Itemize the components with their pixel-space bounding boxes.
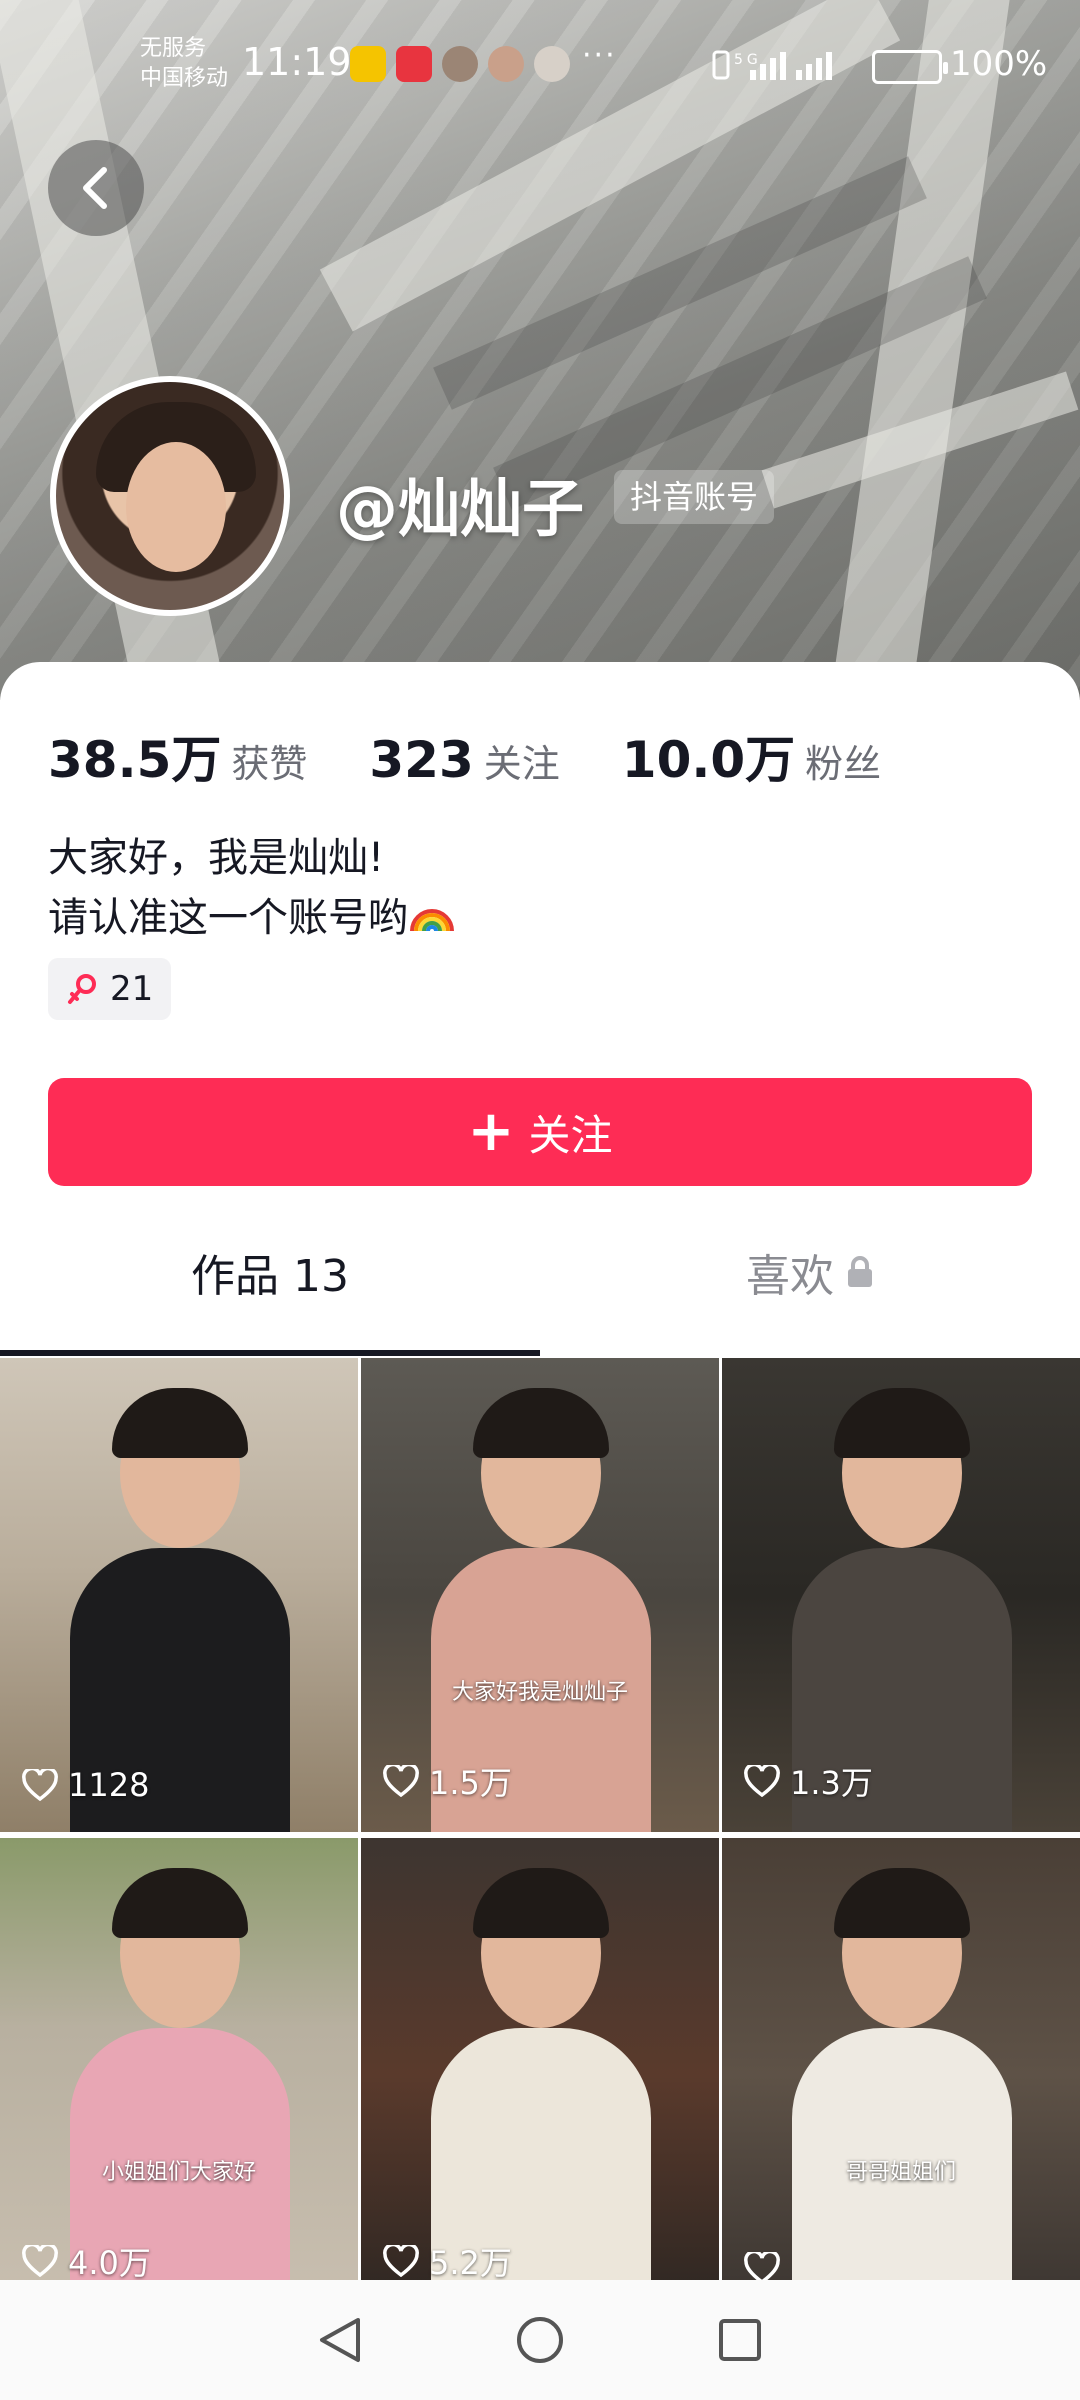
video-likes: 1.5万 — [383, 1758, 512, 1804]
avatar[interactable] — [50, 376, 290, 616]
bio-line-1: 大家好，我是灿灿! — [48, 835, 385, 881]
more-notifications-icon: ··· — [582, 38, 617, 73]
video-tile[interactable]: 小姐姐们大家好 4.0万 — [0, 1838, 358, 2312]
nav-recent-icon[interactable] — [714, 2314, 766, 2366]
active-tab-indicator — [0, 1350, 540, 1356]
video-likes-count: 1128 — [68, 1766, 150, 1804]
video-likes: 1128 — [22, 1766, 149, 1804]
profile-bio: 大家好，我是灿灿! 请认准这一个账号哟 — [48, 828, 456, 948]
fan-club-icon — [68, 974, 96, 1004]
heart-icon — [22, 2245, 58, 2277]
heart-icon — [22, 1769, 58, 1801]
likes-count: 38.5万 — [48, 731, 222, 789]
huawei-notification-icon — [396, 46, 432, 82]
bio-line-2-wrapper: 请认准这一个账号哟 — [48, 888, 456, 948]
profile-card: 38.5万 获赞 323 关注 10.0万 粉丝 大家好，我是灿灿! 请认准这一… — [0, 662, 1080, 2400]
video-tile[interactable]: 1.3万 — [722, 1358, 1080, 1832]
follow-button[interactable]: + 关注 — [48, 1078, 1032, 1186]
clock: 11:19 — [242, 40, 352, 84]
carrier-line1: 无服务 — [140, 36, 207, 61]
followers-count: 10.0万 — [621, 731, 796, 789]
video-likes: 5.2万 — [383, 2238, 512, 2284]
heart-icon — [744, 1765, 780, 1797]
tab-likes[interactable]: 喜欢 — [540, 1222, 1080, 1322]
video-likes-count: 4.0万 — [68, 2244, 151, 2282]
tab-likes-label: 喜欢 — [746, 1251, 834, 1302]
lock-icon — [848, 1256, 872, 1287]
heart-icon — [383, 1765, 419, 1797]
following-count: 323 — [369, 731, 474, 789]
video-tile[interactable]: 大家好我是灿灿子 1.5万 — [361, 1358, 719, 1832]
video-likes-count: 1.3万 — [790, 1764, 873, 1802]
back-button[interactable] — [48, 140, 144, 236]
content-tabs: 作品 13 喜欢 — [0, 1222, 1080, 1322]
video-likes-count: 5.2万 — [429, 2244, 512, 2282]
avatar-notification-icon — [442, 46, 478, 82]
video-likes-count: 1.5万 — [429, 1764, 512, 1802]
tab-works[interactable]: 作品 13 — [0, 1222, 540, 1322]
signal-icons: 5G — [712, 46, 852, 92]
account-badge[interactable]: 抖音账号 — [614, 470, 775, 524]
profile-stats: 38.5万 获赞 323 关注 10.0万 粉丝 — [48, 720, 881, 792]
video-likes: 1.3万 — [744, 1758, 873, 1804]
follow-button-label: 关注 — [528, 1110, 613, 1160]
battery-icon — [872, 50, 948, 84]
video-caption: 哥哥姐姐们 — [845, 2160, 956, 2185]
carrier-info: 无服务 中国移动 — [140, 34, 228, 94]
video-likes: 4.0万 — [22, 2238, 151, 2284]
fan-club-chip[interactable]: 21 — [48, 958, 172, 1020]
stat-following[interactable]: 323 关注 — [369, 731, 559, 789]
video-caption: 大家好我是灿灿子 — [451, 1680, 628, 1705]
tab-works-label: 作品 13 — [191, 1251, 349, 1302]
following-label: 关注 — [483, 742, 560, 786]
video-tile[interactable]: 哥哥姐姐们 — [722, 1838, 1080, 2312]
status-bar: 无服务 中国移动 11:19 ··· 5G 100% — [0, 0, 1080, 130]
back-arrow-icon — [83, 167, 107, 209]
video-tile[interactable]: 1128 — [0, 1358, 358, 1832]
stat-followers[interactable]: 10.0万 粉丝 — [622, 720, 881, 792]
followers-label: 粉丝 — [805, 742, 882, 786]
fan-club-count: 21 — [110, 969, 154, 1009]
app-notification-icon — [534, 46, 570, 82]
svg-text:5G: 5G — [734, 52, 762, 68]
plus-icon: + — [467, 1099, 515, 1164]
video-tile[interactable]: 5.2万 — [361, 1838, 719, 2312]
battery-percentage: 100% — [950, 44, 1048, 84]
profile-nickname: @灿灿子 — [336, 472, 585, 545]
stat-likes[interactable]: 38.5万 获赞 — [48, 720, 307, 792]
carrier-line2: 中国移动 — [140, 66, 229, 91]
heart-icon — [383, 2245, 419, 2277]
system-nav-bar — [0, 2280, 1080, 2400]
weibo-notification-icon — [350, 46, 386, 82]
likes-label: 获赞 — [231, 742, 308, 786]
video-caption: 小姐姐们大家好 — [101, 2160, 256, 2185]
bio-line-2: 请认准这一个账号哟 — [48, 895, 408, 941]
nav-back-icon[interactable] — [314, 2314, 366, 2366]
nav-home-icon[interactable] — [514, 2314, 566, 2366]
avatar-notification-icon — [488, 46, 524, 82]
rainbow-emoji-icon — [410, 909, 454, 932]
